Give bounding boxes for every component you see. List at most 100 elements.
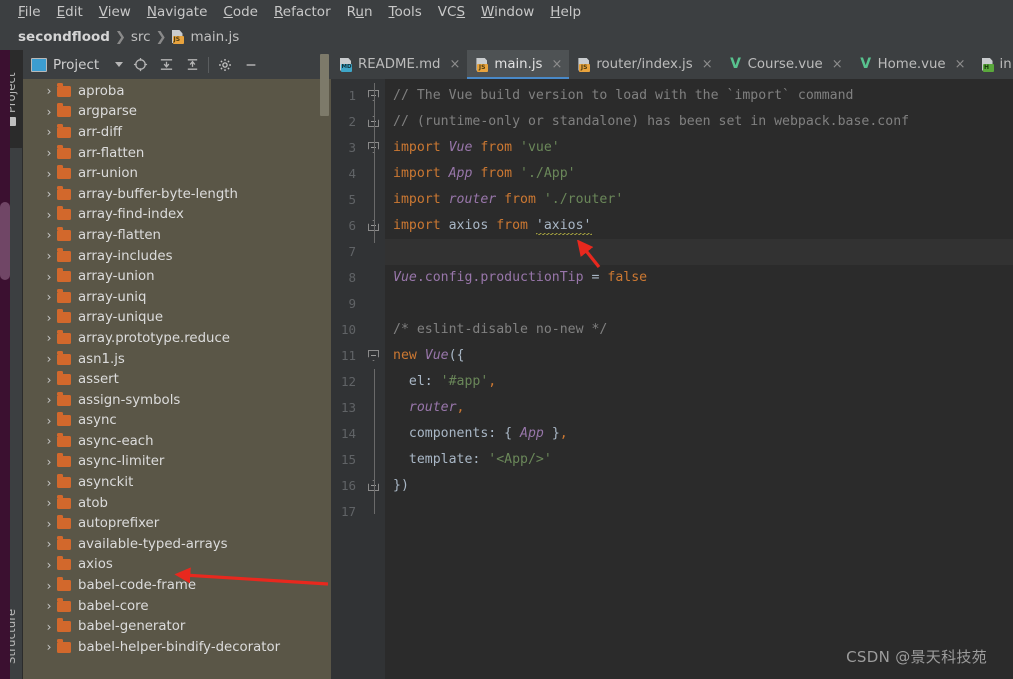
breadcrumb-project[interactable]: secondflood xyxy=(18,29,110,45)
chevron-right-icon[interactable]: › xyxy=(41,558,57,572)
tab-home-vue[interactable]: V Home.vue × xyxy=(850,50,973,79)
code-line-9[interactable] xyxy=(385,291,1013,317)
tree-node-atob[interactable]: › atob xyxy=(23,493,331,514)
code-line-16[interactable]: }) xyxy=(385,473,1013,499)
code-line-7[interactable] xyxy=(385,239,1013,265)
code-line-5[interactable]: import router from './router' xyxy=(385,187,1013,213)
chevron-right-icon[interactable]: › xyxy=(41,290,57,304)
chevron-right-icon[interactable]: › xyxy=(41,620,57,634)
tree-node-async-limiter[interactable]: › async-limiter xyxy=(23,452,331,473)
tree-node-arr-union[interactable]: › arr-union xyxy=(23,163,331,184)
chevron-right-icon[interactable]: › xyxy=(41,476,57,490)
tree-node-arr-diff[interactable]: › arr-diff xyxy=(23,122,331,143)
tree-node-autoprefixer[interactable]: › autoprefixer xyxy=(23,513,331,534)
code-line-17[interactable] xyxy=(385,499,1013,525)
code-folding-gutter[interactable] xyxy=(363,79,385,679)
tree-node-aproba[interactable]: › aproba xyxy=(23,81,331,102)
chevron-right-icon[interactable]: › xyxy=(41,414,57,428)
expand-all-icon[interactable] xyxy=(153,52,179,78)
chevron-right-icon[interactable]: › xyxy=(41,496,57,510)
project-panel-title[interactable]: Project xyxy=(31,57,99,73)
hide-panel-icon[interactable] xyxy=(238,52,264,78)
code-line-14[interactable]: components: { App }, xyxy=(385,421,1013,447)
tree-node-async-each[interactable]: › async-each xyxy=(23,431,331,452)
breadcrumb-file[interactable]: main.js xyxy=(191,29,240,45)
chevron-right-icon[interactable]: › xyxy=(41,187,57,201)
tree-node-array-uniq[interactable]: › array-uniq xyxy=(23,287,331,308)
tree-node-babel-core[interactable]: › babel-core xyxy=(23,596,331,617)
tab-in[interactable]: Hin xyxy=(973,50,1013,79)
close-icon[interactable]: × xyxy=(702,57,713,72)
tree-node-array-includes[interactable]: › array-includes xyxy=(23,246,331,267)
menu-item-window[interactable]: Window xyxy=(473,0,542,24)
tree-node-asn1-js[interactable]: › asn1.js xyxy=(23,349,331,370)
tree-node-array-flatten[interactable]: › array-flatten xyxy=(23,225,331,246)
menu-item-vcs[interactable]: VCS xyxy=(430,0,473,24)
tab-course-vue[interactable]: V Course.vue × xyxy=(720,50,850,79)
code-line-12[interactable]: el: '#app', xyxy=(385,369,1013,395)
close-icon[interactable]: × xyxy=(551,57,562,72)
chevron-right-icon[interactable]: › xyxy=(41,434,57,448)
tree-node-asynckit[interactable]: › asynckit xyxy=(23,472,331,493)
chevron-right-icon[interactable]: › xyxy=(41,208,57,222)
chevron-right-icon[interactable]: › xyxy=(41,167,57,181)
chevron-right-icon[interactable]: › xyxy=(41,393,57,407)
tree-node-argparse[interactable]: › argparse xyxy=(23,102,331,123)
tree-node-arr-flatten[interactable]: › arr-flatten xyxy=(23,143,331,164)
menu-item-refactor[interactable]: Refactor xyxy=(266,0,339,24)
chevron-right-icon[interactable]: › xyxy=(41,537,57,551)
chevron-right-icon[interactable]: › xyxy=(41,640,57,654)
chevron-right-icon[interactable]: › xyxy=(41,352,57,366)
breadcrumb-folder[interactable]: src xyxy=(131,29,151,45)
code-line-2[interactable]: // (runtime-only or standalone) has been… xyxy=(385,109,1013,135)
chevron-right-icon[interactable]: › xyxy=(41,311,57,325)
close-icon[interactable]: × xyxy=(955,57,966,72)
tree-node-array-buffer-byte-length[interactable]: › array-buffer-byte-length xyxy=(23,184,331,205)
code-line-3[interactable]: import Vue from 'vue' xyxy=(385,135,1013,161)
chevron-right-icon[interactable]: › xyxy=(41,579,57,593)
tree-node-assert[interactable]: › assert xyxy=(23,369,331,390)
menu-item-navigate[interactable]: Navigate xyxy=(139,0,216,24)
menu-item-file[interactable]: File xyxy=(10,0,49,24)
tab-readme-md[interactable]: MD README.md × xyxy=(331,50,467,79)
menu-item-code[interactable]: Code xyxy=(215,0,266,24)
tab-main-js[interactable]: JS main.js × xyxy=(467,50,570,79)
chevron-down-icon[interactable] xyxy=(115,62,124,67)
code-editor[interactable]: 1 2 3 4 5 6 7 8 9 10 11 12 13 14 15 16 17 // The Vue bui… xyxy=(331,79,1013,679)
chevron-right-icon[interactable]: › xyxy=(41,228,57,242)
code-line-15[interactable]: template: '<App/>' xyxy=(385,447,1013,473)
code-line-10[interactable]: /* eslint-disable no-new */ xyxy=(385,317,1013,343)
menu-item-run[interactable]: Run xyxy=(339,0,381,24)
code-line-4[interactable]: import App from './App' xyxy=(385,161,1013,187)
tree-node-babel-code-frame[interactable]: › babel-code-frame xyxy=(23,575,331,596)
tree-node-async[interactable]: › async xyxy=(23,411,331,432)
chevron-right-icon[interactable]: › xyxy=(41,517,57,531)
menu-item-edit[interactable]: Edit xyxy=(49,0,91,24)
code-line-13[interactable]: router, xyxy=(385,395,1013,421)
chevron-right-icon[interactable]: › xyxy=(41,455,57,469)
tree-node-array-find-index[interactable]: › array-find-index xyxy=(23,205,331,226)
chevron-right-icon[interactable]: › xyxy=(41,105,57,119)
left-edge-scrollbar-thumb[interactable] xyxy=(0,202,10,280)
tree-node-array-union[interactable]: › array-union xyxy=(23,266,331,287)
chevron-right-icon[interactable]: › xyxy=(41,249,57,263)
chevron-right-icon[interactable]: › xyxy=(41,84,57,98)
menu-item-tools[interactable]: Tools xyxy=(381,0,430,24)
code-line-1[interactable]: // The Vue build version to load with th… xyxy=(385,83,1013,109)
settings-gear-icon[interactable] xyxy=(212,52,238,78)
tab-router-index-js[interactable]: JS router/index.js × xyxy=(569,50,719,79)
chevron-right-icon[interactable]: › xyxy=(41,270,57,284)
tree-node-babel-helper-bindify-decorator[interactable]: › babel-helper-bindify-decorator xyxy=(23,637,331,658)
tree-node-babel-generator[interactable]: › babel-generator xyxy=(23,616,331,637)
select-opened-file-icon[interactable] xyxy=(127,52,153,78)
tree-node-array-unique[interactable]: › array-unique xyxy=(23,308,331,329)
chevron-right-icon[interactable]: › xyxy=(41,125,57,139)
project-tree-scrollbar[interactable] xyxy=(320,54,329,116)
chevron-right-icon[interactable]: › xyxy=(41,331,57,345)
chevron-right-icon[interactable]: › xyxy=(41,146,57,160)
fold-toggle-icon[interactable] xyxy=(368,350,379,361)
close-icon[interactable]: × xyxy=(449,57,460,72)
chevron-right-icon[interactable]: › xyxy=(41,599,57,613)
menu-item-view[interactable]: View xyxy=(91,0,139,24)
collapse-all-icon[interactable] xyxy=(179,52,205,78)
